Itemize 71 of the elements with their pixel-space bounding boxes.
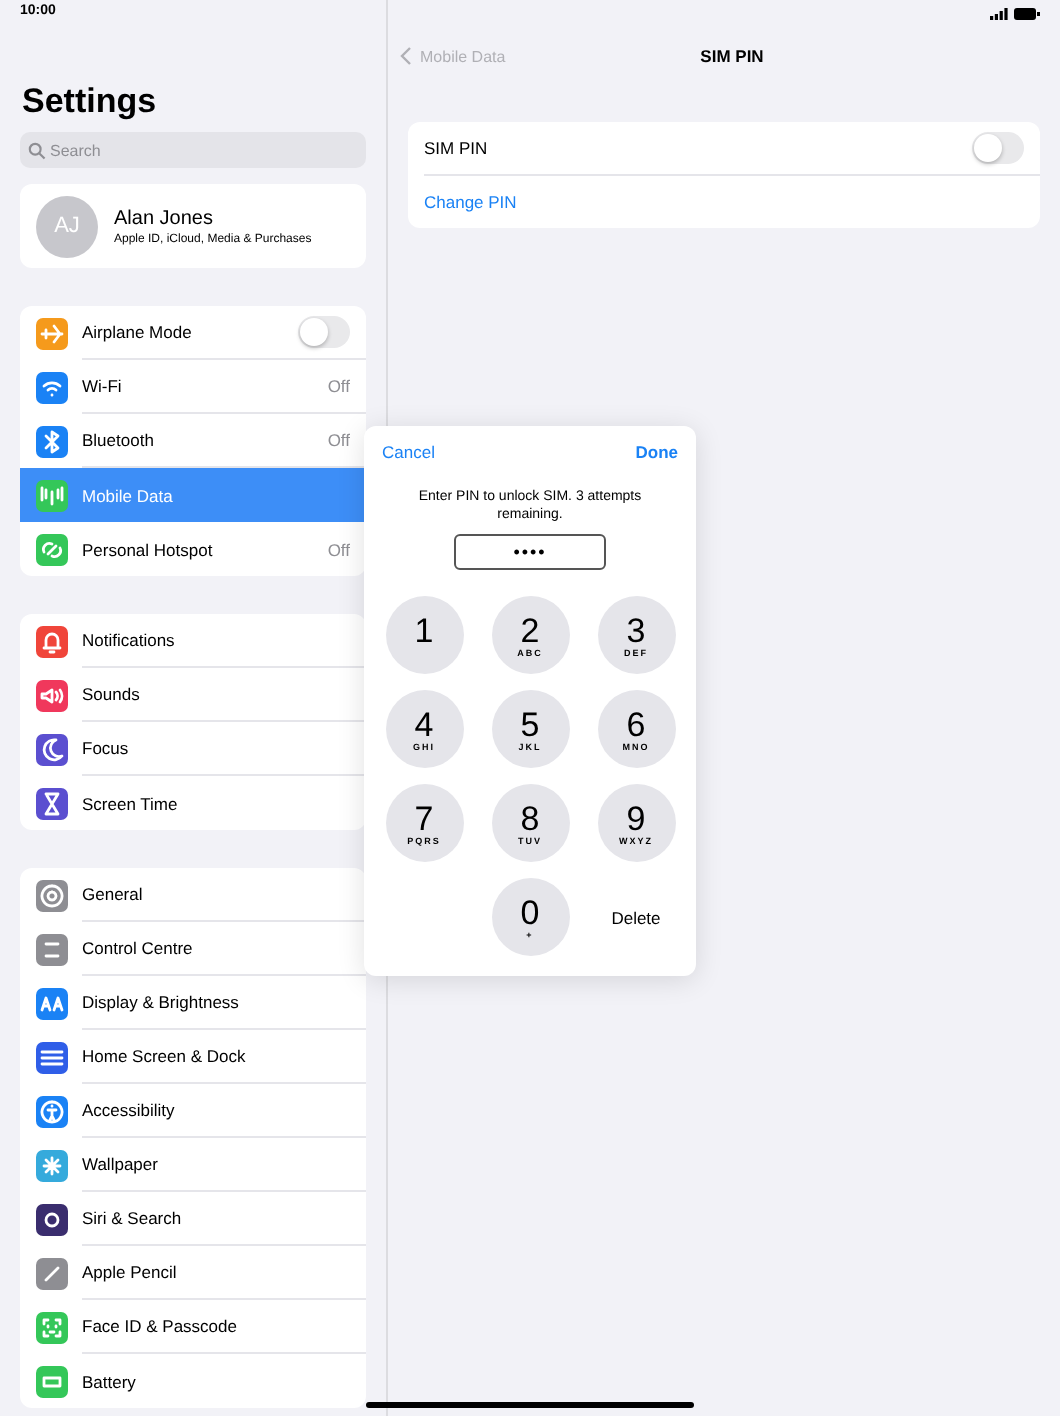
bluetooth-icon bbox=[36, 425, 68, 457]
item-label: Control Centre bbox=[82, 938, 193, 958]
keypad-key[interactable]: 1 bbox=[385, 596, 463, 675]
item-label: Face ID & Passcode bbox=[82, 1316, 237, 1336]
item-value: Off bbox=[327, 430, 350, 450]
sidebar-item[interactable]: Battery bbox=[20, 1354, 366, 1408]
item-label: Screen Time bbox=[82, 793, 178, 813]
item-label: Focus bbox=[82, 738, 129, 758]
flower-icon bbox=[36, 1149, 68, 1181]
sidebar-item[interactable]: Personal Hotspot Off bbox=[20, 522, 366, 576]
profile-name: Alan Jones bbox=[114, 207, 215, 229]
battery-status-icon bbox=[1014, 8, 1040, 20]
item-label: Sounds bbox=[82, 684, 140, 704]
pin-field[interactable]: •••• bbox=[454, 534, 606, 571]
hourglass-icon bbox=[36, 787, 68, 819]
sidebar-item[interactable]: Airplane Mode bbox=[20, 306, 366, 360]
chevron-left-icon bbox=[400, 46, 412, 66]
pencil-icon bbox=[36, 1257, 68, 1289]
item-label: Battery bbox=[82, 1371, 136, 1391]
moon-icon bbox=[36, 733, 68, 765]
item-label: Wallpaper bbox=[82, 1154, 158, 1174]
delete-button[interactable]: Delete bbox=[597, 907, 675, 928]
battery-icon bbox=[36, 1365, 68, 1397]
sim-pin-label: SIM PIN bbox=[424, 138, 488, 158]
sidebar-item[interactable]: Siri & Search bbox=[20, 1192, 366, 1246]
sidebar-item[interactable]: Apple Pencil bbox=[20, 1246, 366, 1300]
link-icon bbox=[36, 533, 68, 565]
sidebar-item[interactable]: Wallpaper bbox=[20, 1138, 366, 1192]
face-icon bbox=[36, 1311, 68, 1343]
item-label: Apple Pencil bbox=[82, 1262, 177, 1282]
item-label: Siri & Search bbox=[82, 1208, 182, 1228]
avatar: AJ bbox=[36, 195, 98, 257]
antenna-icon bbox=[36, 479, 68, 511]
airplane-icon bbox=[36, 317, 68, 349]
orb-icon bbox=[36, 1203, 68, 1235]
item-label: Bluetooth bbox=[82, 430, 154, 450]
person-icon bbox=[36, 1095, 68, 1127]
sidebar-item[interactable]: Display & Brightness bbox=[20, 976, 366, 1030]
item-value: Off bbox=[327, 376, 350, 396]
gear-icon bbox=[36, 879, 68, 911]
item-label: Home Screen & Dock bbox=[82, 1046, 246, 1066]
text-size-icon bbox=[36, 987, 68, 1019]
item-label: General bbox=[82, 884, 143, 904]
grid-icon bbox=[36, 1041, 68, 1073]
item-value: Off bbox=[327, 539, 350, 559]
sidebar-item[interactable]: Wi-Fi Off bbox=[20, 360, 366, 414]
cancel-button[interactable]: Cancel bbox=[382, 442, 435, 462]
item-label: Accessibility bbox=[82, 1100, 175, 1120]
item-label: Display & Brightness bbox=[82, 992, 239, 1012]
speaker-icon bbox=[36, 679, 68, 711]
search-icon bbox=[28, 142, 46, 160]
sidebar-item[interactable]: Face ID & Passcode bbox=[20, 1300, 366, 1354]
toggle-switch[interactable] bbox=[972, 132, 1024, 164]
item-label: Notifications bbox=[82, 630, 175, 650]
item-label: Airplane Mode bbox=[82, 322, 192, 342]
sidebar-item[interactable]: Home Screen & Dock bbox=[20, 1030, 366, 1084]
item-label: Wi-Fi bbox=[82, 376, 122, 396]
sidebar-item[interactable]: Screen Time bbox=[20, 776, 366, 830]
sidebar-title: Settings bbox=[22, 82, 159, 122]
item-label: Personal Hotspot bbox=[82, 539, 213, 559]
bell-icon bbox=[36, 625, 68, 657]
change-pin-link[interactable]: Change PIN bbox=[424, 192, 517, 212]
item-label: Mobile Data bbox=[82, 485, 173, 505]
sidebar-item[interactable]: Accessibility bbox=[20, 1084, 366, 1138]
toggle-switch[interactable] bbox=[298, 316, 350, 348]
wifi-icon bbox=[36, 371, 68, 403]
toggles-icon bbox=[36, 933, 68, 965]
page-title: SIM PIN bbox=[700, 46, 764, 66]
done-button[interactable]: Done bbox=[635, 442, 678, 462]
signal-icon bbox=[990, 8, 1008, 20]
search-field[interactable]: Search bbox=[20, 132, 366, 168]
